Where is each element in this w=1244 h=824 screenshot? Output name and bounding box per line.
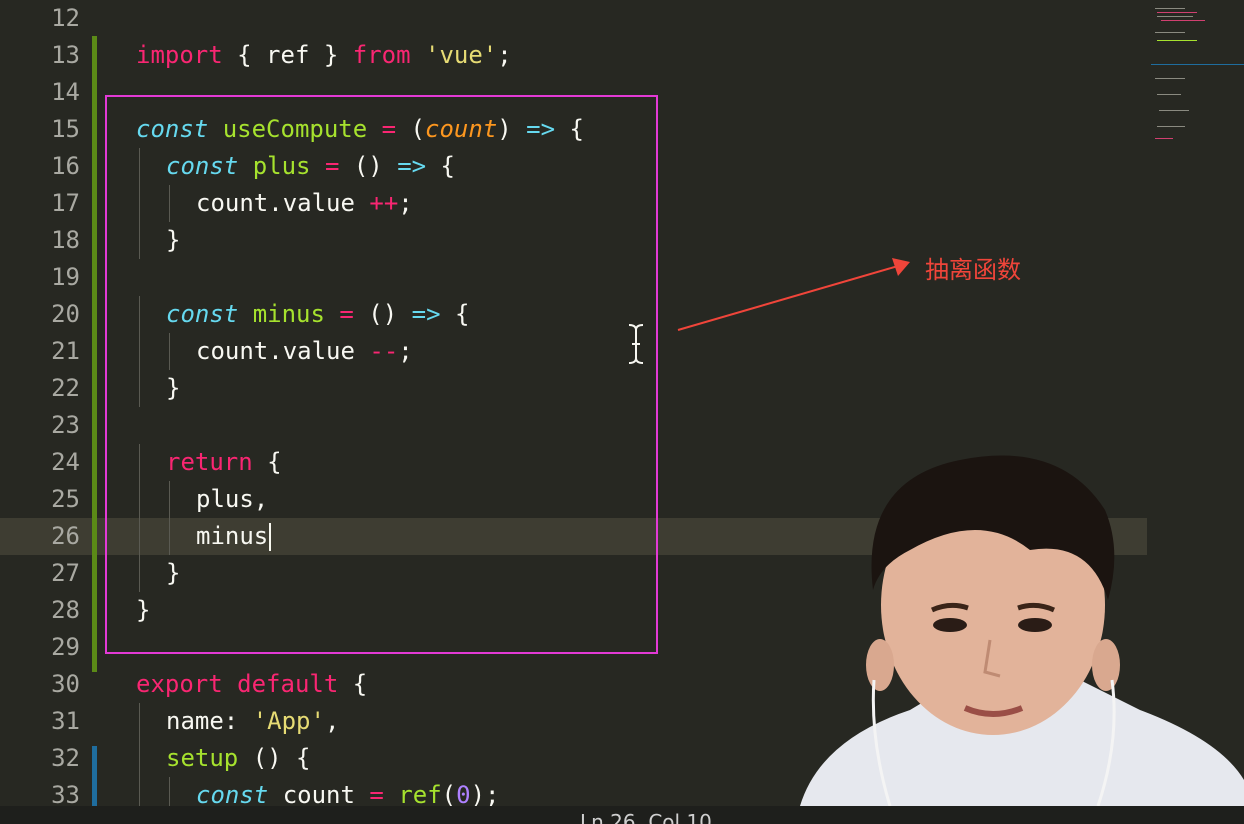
code-token: count	[268, 781, 370, 809]
code-token: 0	[456, 781, 471, 809]
status-bar: Ln 26, Col 10	[0, 806, 1244, 824]
code-token: setup	[166, 744, 239, 772]
i-beam-cursor-icon	[628, 324, 644, 364]
line-number: 25	[51, 485, 80, 513]
line-number: 28	[51, 596, 80, 624]
code-token: =	[369, 781, 384, 809]
code-token: 'App'	[252, 707, 325, 735]
code-token: );	[470, 781, 500, 809]
line-number: 14	[51, 78, 80, 106]
line-number: 27	[51, 559, 80, 587]
code-token: import	[136, 41, 223, 69]
line-number: 29	[51, 633, 80, 661]
code-token: from	[352, 41, 411, 69]
line-number: 20	[51, 300, 80, 328]
line-number: 16	[51, 152, 80, 180]
code-token: () {	[238, 744, 311, 772]
code-token: name:	[166, 707, 253, 735]
line-number: 17	[51, 189, 80, 217]
line-number: 23	[51, 411, 80, 439]
cursor-position[interactable]: Ln 26, Col 10	[580, 810, 712, 824]
line-number: 15	[51, 115, 80, 143]
code-token: ;	[497, 41, 512, 69]
code-token: 'vue'	[425, 41, 498, 69]
line-number: 32	[51, 744, 80, 772]
code-token: export	[136, 670, 223, 698]
indent-guide	[139, 703, 140, 740]
code-token: { ref }	[222, 41, 353, 69]
code-token: ref	[398, 781, 442, 809]
code-token: const	[196, 781, 269, 809]
line-number: 18	[51, 226, 80, 254]
line-number: 19	[51, 263, 80, 291]
line-number: 26	[51, 522, 80, 550]
code-token: ,	[324, 707, 340, 735]
line-number: 12	[51, 4, 80, 32]
code-line[interactable]: 13 import { ref } from 'vue';	[0, 37, 1147, 74]
line-number: 30	[51, 670, 80, 698]
webcam-overlay	[800, 455, 1244, 806]
line-number: 13	[51, 41, 80, 69]
annotation-label: 抽离函数	[925, 256, 1021, 284]
code-text[interactable]: name: 'App',	[166, 703, 339, 740]
code-text[interactable]: setup () {	[166, 740, 311, 777]
code-text[interactable]: export default {	[136, 666, 367, 703]
git-added-gutter-bar	[92, 36, 97, 672]
line-number: 21	[51, 337, 80, 365]
line-number: 31	[51, 707, 80, 735]
code-text[interactable]: import { ref } from 'vue';	[136, 37, 512, 74]
git-modified-gutter-bar	[92, 746, 97, 806]
code-line[interactable]: 12	[0, 0, 1147, 37]
annotation-arrow-icon	[677, 258, 910, 331]
line-number: 24	[51, 448, 80, 476]
code-token: {	[338, 670, 368, 698]
annotation-highlight-box	[105, 95, 658, 654]
code-token: (	[441, 781, 457, 809]
line-number: 22	[51, 374, 80, 402]
code-token: default	[237, 670, 339, 698]
indent-guide	[139, 740, 140, 777]
